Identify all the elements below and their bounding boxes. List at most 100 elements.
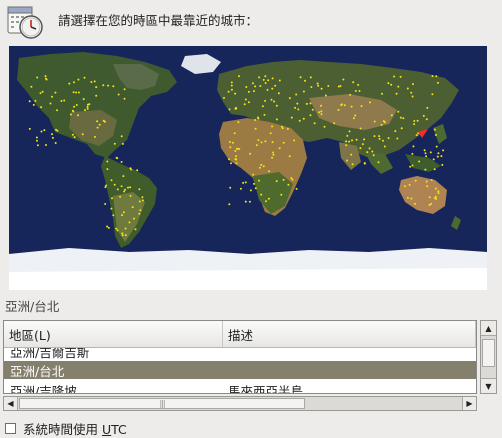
city-dot xyxy=(73,81,75,84)
city-dot xyxy=(352,81,355,84)
table-row[interactable]: 亞洲/吉隆坡 馬來西亞半島 xyxy=(4,381,476,394)
city-dot xyxy=(280,193,283,196)
city-dot xyxy=(112,85,115,88)
row-region: 亞洲/吉爾吉斯 xyxy=(10,348,90,360)
city-dot xyxy=(414,202,416,205)
city-dot xyxy=(238,75,240,78)
city-dot xyxy=(51,136,54,139)
city-dot xyxy=(134,228,137,231)
city-dot xyxy=(129,186,132,189)
city-dot xyxy=(293,139,296,142)
city-dot xyxy=(349,93,352,96)
horizontal-scrollbar[interactable]: ◀ ||| ▶ xyxy=(3,396,477,411)
city-dot xyxy=(121,232,124,235)
city-dot xyxy=(235,155,238,158)
city-dot xyxy=(378,135,381,138)
city-dot xyxy=(411,95,414,98)
city-dot xyxy=(327,85,330,87)
city-dot xyxy=(68,82,71,85)
vertical-scroll-thumb[interactable] xyxy=(482,339,495,367)
city-dot xyxy=(426,185,429,188)
city-dot xyxy=(81,133,84,136)
vertical-scrollbar[interactable]: ▲ ▼ xyxy=(480,320,497,394)
city-dot xyxy=(262,78,265,81)
city-dot xyxy=(54,91,57,94)
city-dot xyxy=(233,132,236,135)
city-dot xyxy=(297,108,300,111)
city-dot xyxy=(86,105,89,108)
city-dot xyxy=(415,134,418,137)
city-dot xyxy=(373,120,376,123)
city-dot xyxy=(351,139,353,142)
city-dot xyxy=(264,140,267,143)
scroll-down-icon[interactable]: ▼ xyxy=(481,378,496,393)
city-dot xyxy=(355,138,358,141)
city-dot xyxy=(237,121,240,124)
city-dot xyxy=(432,158,435,161)
city-dot xyxy=(35,136,38,139)
city-dot xyxy=(433,128,436,131)
prompt-label: 請選擇在您的時區中最靠近的城市： xyxy=(58,12,259,28)
city-dot xyxy=(131,206,134,209)
city-dot xyxy=(288,97,291,100)
city-dot xyxy=(254,127,257,130)
city-dot xyxy=(136,169,139,172)
city-dot xyxy=(400,127,403,130)
city-dot xyxy=(124,234,127,237)
city-dot xyxy=(235,147,238,150)
city-dot xyxy=(116,157,119,160)
utc-checkbox[interactable] xyxy=(5,423,16,434)
city-dot xyxy=(352,117,355,120)
city-dot xyxy=(30,85,33,88)
city-dot xyxy=(253,182,255,185)
city-dot xyxy=(75,91,78,94)
city-dot xyxy=(342,78,345,81)
city-dot xyxy=(275,118,278,121)
city-dot xyxy=(60,100,63,102)
city-dot xyxy=(309,102,312,105)
city-dot xyxy=(242,181,245,184)
city-dot xyxy=(317,84,320,87)
column-header-description[interactable]: 描述 xyxy=(223,321,476,347)
scroll-right-icon[interactable]: ▶ xyxy=(462,397,476,410)
city-dot xyxy=(380,123,383,126)
city-dot xyxy=(360,105,363,108)
column-header-region[interactable]: 地區(L) xyxy=(4,321,223,347)
city-dot xyxy=(77,114,79,117)
city-dot xyxy=(133,217,135,220)
city-dot xyxy=(323,125,326,128)
timezone-table[interactable]: 地區(L) 描述 亞洲/吉爾吉斯 亞洲/台北 亞洲/吉隆坡 馬來西亞半島 xyxy=(3,320,477,394)
city-dot xyxy=(272,153,275,156)
city-dot xyxy=(425,180,428,183)
city-dot xyxy=(96,120,99,123)
city-dot xyxy=(255,144,258,147)
city-dot xyxy=(348,130,351,133)
city-dot xyxy=(320,104,322,107)
city-dot xyxy=(382,120,385,123)
scroll-up-icon[interactable]: ▲ xyxy=(481,321,496,336)
city-dot xyxy=(305,102,308,105)
city-dot xyxy=(86,107,89,110)
city-dot xyxy=(40,106,43,109)
city-dot xyxy=(414,179,417,182)
horizontal-scroll-thumb[interactable]: ||| xyxy=(19,398,305,409)
city-dot xyxy=(264,75,267,78)
scroll-left-icon[interactable]: ◀ xyxy=(4,397,18,410)
city-dot xyxy=(318,111,321,114)
city-dot xyxy=(346,159,348,162)
table-row[interactable]: 亞洲/吉爾吉斯 xyxy=(4,348,476,360)
utc-option[interactable]: 系統時間使用 UTC xyxy=(5,419,127,438)
utc-label[interactable]: 系統時間使用 UTC xyxy=(23,419,127,438)
city-dot xyxy=(272,151,275,154)
table-row-selected[interactable]: 亞洲/台北 xyxy=(4,361,476,379)
world-map[interactable] xyxy=(9,46,487,290)
city-dot xyxy=(122,211,125,214)
city-dot xyxy=(441,163,444,166)
city-dot xyxy=(357,83,360,86)
city-dot xyxy=(309,76,312,79)
city-dot xyxy=(397,85,400,88)
city-dot xyxy=(377,161,380,164)
city-dot xyxy=(96,126,99,129)
city-dot xyxy=(412,83,414,86)
city-dot xyxy=(271,156,274,159)
